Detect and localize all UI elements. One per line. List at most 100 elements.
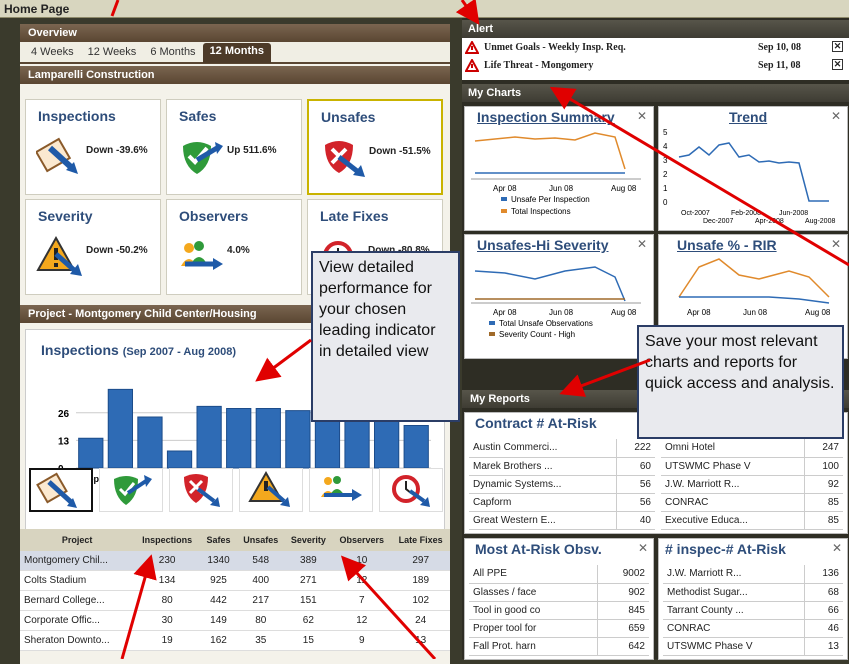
report-title[interactable]: Contract # At-Risk [475, 415, 597, 431]
mini-chart-title[interactable]: Trend [729, 109, 767, 125]
mini-chart-title[interactable]: Unsafes-Hi Severity [477, 237, 609, 253]
mini-line-chart: Apr 08 Jun 08 Aug 08 Total Unsafe Observ… [471, 266, 641, 339]
shield-x-icon [184, 474, 220, 507]
kpi-unsafes[interactable]: Unsafes Down -51.5% [307, 99, 443, 195]
indicator-unsafes-button[interactable] [169, 468, 233, 512]
cell: Methodist Sugar... [663, 583, 805, 602]
list-item[interactable]: Omni Hotel 247 [661, 439, 843, 458]
close-icon[interactable]: ✕ [638, 541, 648, 555]
period-tabs: 4 Weeks 12 Weeks 6 Months 12 Months [20, 42, 450, 64]
col-observers[interactable]: Observers [332, 529, 392, 551]
tab-4-weeks[interactable]: 4 Weeks [24, 44, 81, 60]
list-item[interactable]: Methodist Sugar... 68 [663, 583, 843, 602]
warning-icon [465, 59, 479, 72]
table-row[interactable]: Sheraton Downto... 19 162 35 15 9 13 [20, 630, 450, 651]
list-item[interactable]: Proper tool for 659 [469, 619, 649, 638]
cell: 9 [332, 630, 392, 651]
indicator-severity-button[interactable] [239, 468, 303, 512]
list-item[interactable]: Executive Educa... 85 [661, 511, 843, 530]
y-tick: 1 [663, 184, 668, 193]
report-table: Austin Commerci... 222 Marek Brothers ...… [469, 439, 655, 530]
cell: 100 [804, 457, 843, 476]
mini-chart-title[interactable]: Unsafe % - RIR [677, 237, 777, 253]
mini-line-chart: 5 4 3 2 1 0 Oct-2007 Feb-2008 Jun-2008 D… [663, 128, 835, 225]
bar [403, 425, 429, 469]
close-icon[interactable]: ✕ [831, 109, 841, 123]
cell: 56 [616, 475, 655, 494]
tab-12-weeks[interactable]: 12 Weeks [81, 44, 144, 60]
cell-project: Corporate Offic... [20, 610, 135, 631]
list-item[interactable]: CONRAC 85 [661, 493, 843, 512]
shield-check-icon [114, 475, 152, 505]
list-item[interactable]: UTSWMC Phase V 13 [663, 637, 843, 656]
list-item[interactable]: J.W. Marriott R... 92 [661, 475, 843, 494]
cell: 189 [391, 570, 450, 591]
list-item[interactable]: Fall Prot. harn 642 [469, 637, 649, 656]
table-row[interactable]: Corporate Offic... 30 149 80 62 12 24 [20, 610, 450, 631]
list-item[interactable]: All PPE 9002 [469, 565, 649, 584]
report-title[interactable]: # inspec-# At-Risk [665, 541, 786, 557]
mini-chart-unsafes-hi-severity[interactable]: Unsafes-Hi Severity ✕ Apr 08 Jun 08 Aug … [464, 234, 654, 359]
table-row[interactable]: Bernard College... 80 442 217 151 7 102 [20, 590, 450, 611]
kpi-observers[interactable]: Observers 4.0% [166, 199, 302, 295]
kpi-inspections[interactable]: Inspections Down -39.6% [25, 99, 161, 195]
alert-item[interactable]: Life Threat - Mongomery Sep 11, 08 ✕ [462, 58, 849, 74]
indicator-late-fixes-button[interactable] [379, 468, 443, 512]
bar [226, 408, 252, 469]
col-unsafes[interactable]: Unsafes [236, 529, 285, 551]
list-item[interactable]: Tarrant County ... 66 [663, 601, 843, 620]
list-item[interactable]: CONRAC 46 [663, 619, 843, 638]
col-severity[interactable]: Severity [284, 529, 333, 551]
list-item[interactable]: Dynamic Systems... 56 [469, 475, 655, 494]
list-item[interactable]: J.W. Marriott R... 136 [663, 565, 843, 584]
cell: 247 [804, 439, 843, 458]
kpi-safes[interactable]: Safes Up 511.6% [166, 99, 302, 195]
mini-chart-inspection-summary[interactable]: Inspection Summary ✕ Apr 08 Jun 08 Aug 0… [464, 106, 654, 231]
mini-chart-trend[interactable]: Trend ✕ 5 4 3 2 1 0 Oct-2007 Feb-2008 Ju… [658, 106, 848, 231]
list-item[interactable]: Marek Brothers ... 60 [469, 457, 655, 476]
indicator-safes-button[interactable] [99, 468, 163, 512]
indicator-observers-button[interactable] [309, 468, 373, 512]
list-item[interactable]: UTSWMC Phase V 100 [661, 457, 843, 476]
legend-label: Unsafe Per Inspection [511, 195, 590, 204]
report-title[interactable]: Most At-Risk Obsv. [475, 541, 602, 557]
close-icon[interactable]: ✕ [832, 59, 843, 70]
legend-swatch [489, 332, 495, 336]
close-icon[interactable]: ✕ [831, 237, 841, 251]
table-row[interactable]: Montgomery Chil... 230 1340 548 389 10 297 [20, 551, 450, 571]
clipboard-down-icon [36, 137, 78, 174]
list-item[interactable]: Tool in good co 845 [469, 601, 649, 620]
list-item[interactable]: Capform 56 [469, 493, 655, 512]
kpi-severity[interactable]: Severity Down -50.2% [25, 199, 161, 295]
alarm-clock-icon [392, 475, 430, 507]
close-icon[interactable]: ✕ [637, 237, 647, 251]
table-row[interactable]: Colts Stadium 134 925 400 271 12 189 [20, 570, 450, 591]
close-icon[interactable]: ✕ [832, 41, 843, 52]
report-table: All PPE 9002 Glasses / face 902 Tool in go… [469, 565, 649, 656]
cell: UTSWMC Phase V [663, 637, 805, 656]
close-icon[interactable]: ✕ [637, 109, 647, 123]
close-icon[interactable]: ✕ [832, 541, 842, 555]
report-most-at-risk-obsv[interactable]: Most At-Risk Obsv. ✕ All PPE 9002 Glasses… [464, 538, 654, 660]
cell-project: Sheraton Downto... [20, 630, 135, 651]
tab-6-months[interactable]: 6 Months [143, 44, 202, 60]
cell: 642 [596, 637, 649, 656]
warning-down-icon [36, 235, 82, 276]
list-item[interactable]: Great Western E... 40 [469, 511, 655, 530]
indicator-inspections-button[interactable] [29, 468, 93, 512]
legend-swatch [501, 209, 507, 213]
cell: 222 [616, 439, 655, 458]
col-project[interactable]: Project [20, 529, 135, 551]
tab-12-months[interactable]: 12 Months [202, 43, 271, 63]
col-inspections[interactable]: Inspections [134, 529, 201, 551]
col-safes[interactable]: Safes [200, 529, 237, 551]
cell: 80 [236, 610, 285, 631]
list-item[interactable]: Austin Commerci... 222 [469, 439, 655, 458]
alert-item[interactable]: Unmet Goals - Weekly Insp. Req. Sep 10, … [462, 40, 849, 56]
col-late-fixes[interactable]: Late Fixes [391, 529, 450, 551]
warning-icon [465, 41, 479, 54]
chart-subtitle: (Sep 2007 - Aug 2008) [122, 346, 236, 358]
list-item[interactable]: Glasses / face 902 [469, 583, 649, 602]
report-inspec-at-risk[interactable]: # inspec-# At-Risk ✕ J.W. Marriott R... 1… [658, 538, 848, 660]
mini-chart-title[interactable]: Inspection Summary [477, 109, 615, 125]
